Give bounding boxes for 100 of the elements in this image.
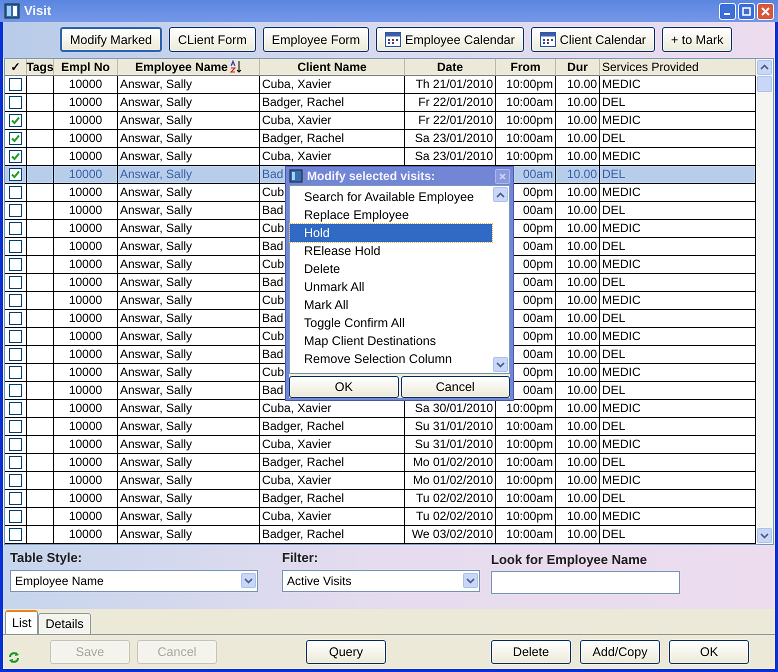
toolbar-button[interactable]: + to Mark xyxy=(662,27,732,52)
table-cell: Mo 01/02/2010 xyxy=(412,472,493,487)
table-cell: Answar, Sally xyxy=(120,526,192,541)
dialog-button[interactable]: OK xyxy=(289,376,398,398)
column-header[interactable]: Tags xyxy=(27,58,54,75)
row-checkbox[interactable] xyxy=(9,510,22,523)
chevron-down-icon xyxy=(496,362,505,368)
table-row[interactable]: 10000 Answar, Sally Cuba, Xavier Th 21/01/2010 10:00pm 10.00 MEDIC xyxy=(5,76,756,94)
table-row[interactable]: 10000 Answar, Sally Badger, Rachel Mo 01/02/2010 10:00am 10.00 DEL xyxy=(5,454,756,472)
toolbar-button[interactable]: Employee Form xyxy=(262,27,369,52)
table-row[interactable]: 10000 Answar, Sally Cuba, Xavier Sa 30/01/2010 10:00pm 10.00 MEDIC xyxy=(5,400,756,418)
table-cell: DEL xyxy=(602,490,626,505)
table-cell: Badger, Rachel xyxy=(262,418,344,433)
column-header[interactable]: Dur xyxy=(556,58,600,75)
row-checkbox[interactable] xyxy=(9,474,22,487)
row-checkbox[interactable] xyxy=(9,222,22,235)
row-checkbox[interactable] xyxy=(9,402,22,415)
column-header[interactable]: Empl No xyxy=(54,58,118,75)
column-header[interactable]: Date xyxy=(405,58,496,75)
column-header[interactable]: From xyxy=(496,58,556,75)
table-row[interactable]: 10000 Answar, Sally Badger, Rachel Su 31/01/2010 10:00am 10.00 DEL xyxy=(5,418,756,436)
row-checkbox[interactable] xyxy=(9,240,22,253)
table-cell: 10.00 xyxy=(566,382,597,397)
scroll-down-button[interactable] xyxy=(241,573,256,588)
row-checkbox[interactable] xyxy=(9,438,22,451)
row-checkbox[interactable] xyxy=(9,78,22,91)
list-item[interactable]: Map Client Destinations xyxy=(290,332,492,350)
scroll-down-button[interactable] xyxy=(493,357,508,372)
row-checkbox[interactable] xyxy=(9,528,22,541)
table-row[interactable]: 10000 Answar, Sally Badger, Rachel We 03/02/2010 10:00am 10.00 DEL xyxy=(5,526,756,544)
list-item[interactable]: Hold xyxy=(290,224,492,242)
row-checkbox[interactable] xyxy=(9,204,22,217)
table-cell: 10000 xyxy=(68,418,102,433)
table-cell: 10000 xyxy=(68,202,102,217)
action-button[interactable]: OK xyxy=(669,640,749,664)
table-cell: MEDIC xyxy=(602,256,641,271)
list-item[interactable]: Unmark All xyxy=(290,278,492,296)
row-checkbox[interactable] xyxy=(9,96,22,109)
table-cell: Bad xyxy=(262,166,284,181)
toolbar-button[interactable]: Modify Marked xyxy=(60,27,162,52)
list-item[interactable]: Toggle Confirm All xyxy=(290,314,492,332)
row-checkbox[interactable] xyxy=(9,186,22,199)
action-button[interactable]: Query xyxy=(306,640,386,664)
row-checkbox[interactable] xyxy=(9,276,22,289)
row-checkbox[interactable] xyxy=(9,492,22,505)
row-checkbox[interactable] xyxy=(9,312,22,325)
column-header[interactable]: Employee Name xyxy=(118,58,260,75)
column-header[interactable]: Client Name xyxy=(260,58,405,75)
column-header[interactable]: ✓ xyxy=(5,58,27,75)
row-checkbox[interactable] xyxy=(9,114,22,127)
dropdown[interactable]: Employee Name xyxy=(10,570,258,592)
table-row[interactable]: 10000 Answar, Sally Cuba, Xavier Tu 02/02/2010 10:00pm 10.00 MEDIC xyxy=(5,508,756,526)
refresh-icon[interactable] xyxy=(8,650,20,664)
row-checkbox[interactable] xyxy=(9,366,22,379)
table-cell: 10000 xyxy=(68,94,102,109)
table-row[interactable]: 10000 Answar, Sally Badger, Rachel Fr 22/01/2010 10:00am 10.00 DEL xyxy=(5,94,756,112)
row-checkbox[interactable] xyxy=(9,294,22,307)
scroll-up-button[interactable] xyxy=(493,187,508,202)
search-field[interactable] xyxy=(491,570,680,594)
toolbar-button[interactable]: Client Calendar xyxy=(530,27,655,52)
scroll-up-button[interactable] xyxy=(757,60,772,75)
dialog-button[interactable]: Cancel xyxy=(400,376,510,398)
maximize-button[interactable] xyxy=(738,2,755,20)
table-cell: MEDIC xyxy=(602,436,641,451)
row-checkbox[interactable] xyxy=(9,420,22,433)
action-button[interactable]: Delete xyxy=(491,640,571,664)
row-checkbox[interactable] xyxy=(9,384,22,397)
table-cell: Badger, Rachel xyxy=(262,454,344,469)
row-checkbox[interactable] xyxy=(9,258,22,271)
scroll-down-button[interactable] xyxy=(463,573,478,588)
row-checkbox[interactable] xyxy=(9,330,22,343)
scroll-down-button[interactable] xyxy=(757,528,772,544)
list-item[interactable]: Delete xyxy=(290,260,492,278)
table-row[interactable]: 10000 Answar, Sally Cuba, Xavier Sa 23/01/2010 10:00pm 10.00 MEDIC xyxy=(5,148,756,166)
table-row[interactable]: 10000 Answar, Sally Cuba, Xavier Fr 22/01/2010 10:00pm 10.00 MEDIC xyxy=(5,112,756,130)
table-cell: 00pm xyxy=(522,328,553,343)
row-checkbox[interactable] xyxy=(9,132,22,145)
row-checkbox[interactable] xyxy=(9,150,22,163)
tab[interactable]: Details xyxy=(38,613,91,634)
row-checkbox[interactable] xyxy=(9,348,22,361)
tab[interactable]: List xyxy=(5,610,38,634)
table-row[interactable]: 10000 Answar, Sally Badger, Rachel Sa 23/01/2010 10:00am 10.00 DEL xyxy=(5,130,756,148)
table-row[interactable]: 10000 Answar, Sally Badger, Rachel Tu 02/02/2010 10:00am 10.00 DEL xyxy=(5,490,756,508)
table-cell: Answar, Sally xyxy=(120,346,192,361)
dropdown[interactable]: Active Visits xyxy=(282,570,480,592)
list-item[interactable]: Remove Selection Column xyxy=(290,350,492,368)
minimize-button[interactable] xyxy=(719,2,736,20)
list-item[interactable]: RElease Hold xyxy=(290,242,492,260)
toolbar-button[interactable]: CLient Form xyxy=(168,27,256,52)
toolbar-button[interactable]: Employee Calendar xyxy=(376,27,524,52)
list-item[interactable]: Mark All xyxy=(290,296,492,314)
field-label: Look for Employee Name xyxy=(491,551,648,570)
table-row[interactable]: 10000 Answar, Sally Cuba, Xavier Su 31/01/2010 10:00pm 10.00 MEDIC xyxy=(5,436,756,454)
table-row[interactable]: 10000 Answar, Sally Cuba, Xavier Mo 01/02/2010 10:00pm 10.00 MEDIC xyxy=(5,472,756,490)
scroll-thumb[interactable] xyxy=(757,76,772,92)
table-cell: 10000 xyxy=(68,490,102,505)
row-checkbox[interactable] xyxy=(9,168,22,181)
row-checkbox[interactable] xyxy=(9,456,22,469)
table-cell: Bad xyxy=(262,346,284,361)
action-button[interactable]: Add/Copy xyxy=(580,640,660,664)
